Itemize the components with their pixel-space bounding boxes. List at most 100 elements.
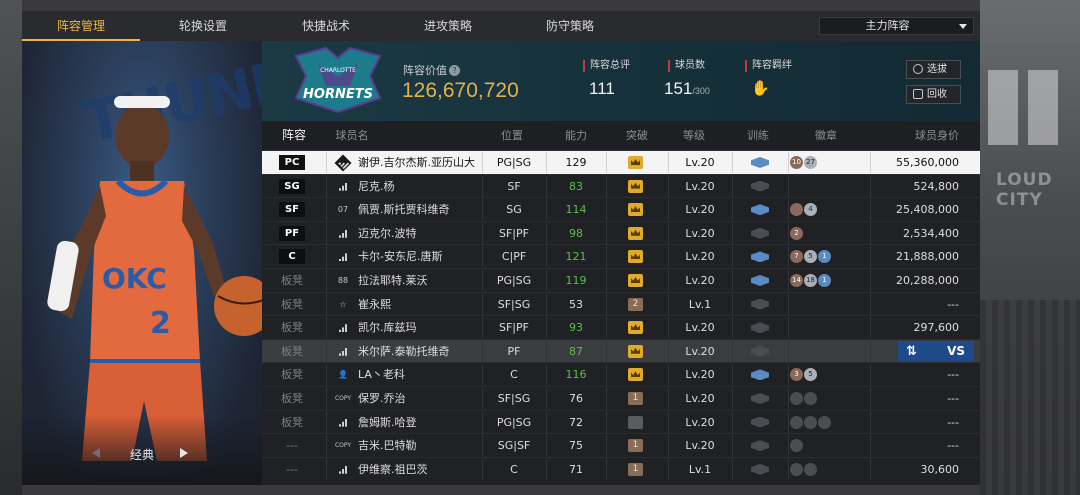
row-slot: 板凳: [281, 321, 303, 335]
help-icon[interactable]: ?: [449, 65, 460, 76]
player-position: SF|SG: [497, 297, 531, 311]
training-icon[interactable]: [751, 251, 769, 263]
badge-list: 35: [790, 368, 817, 382]
recycle-button[interactable]: 回收: [906, 85, 961, 104]
training-icon[interactable]: [751, 463, 769, 475]
tab-defense-strategy[interactable]: 防守策略: [511, 11, 629, 41]
column-divider: [732, 222, 733, 244]
column-divider: [606, 222, 607, 244]
column-divider: [732, 364, 733, 386]
training-icon[interactable]: [751, 322, 769, 334]
player-name[interactable]: 吉米.巴特勒: [358, 434, 417, 457]
player-tag: 07: [337, 205, 349, 215]
bond-icon[interactable]: ✋: [751, 79, 792, 97]
training-icon[interactable]: [751, 298, 769, 310]
table-row[interactable]: 板凳 👤 LA丶老科 C 116 Lv.20 3 5 ---: [262, 362, 980, 386]
badge-icon: 7: [790, 250, 803, 264]
table-row[interactable]: 板凳 COPY 保罗.乔治 SF|SG 76 1 Lv.20 ---: [262, 386, 980, 410]
banner-flag: [1028, 70, 1058, 145]
col-slot[interactable]: 阵容: [262, 121, 326, 150]
player-rating: 76: [569, 392, 583, 405]
arena-banner: LOUD CITY: [996, 170, 1053, 210]
player-name[interactable]: 尼克.杨: [358, 175, 395, 198]
table-row[interactable]: --- 伊维察.祖巴茨 C 71 1 Lv.1 30,600: [262, 456, 980, 481]
column-divider: [788, 364, 789, 386]
player-name[interactable]: LA丶老科: [358, 363, 405, 386]
compare-vs-button[interactable]: ⇅ VS: [898, 340, 974, 362]
player-level: Lv.20: [685, 321, 715, 335]
player-type-icon: [336, 345, 350, 358]
col-rating[interactable]: 能力: [546, 121, 606, 150]
training-icon[interactable]: [751, 227, 769, 239]
badge-icon: [804, 462, 817, 476]
table-row[interactable]: 板凳 凯尔.库兹玛 SF|PF 93 Lv.20 297,600: [262, 315, 980, 339]
player-tag: ☆: [339, 299, 347, 309]
col-badges[interactable]: 徽章: [796, 121, 856, 150]
training-icon[interactable]: [751, 275, 769, 286]
player-position: SG: [506, 203, 522, 217]
col-training[interactable]: 训练: [728, 121, 788, 150]
player-name[interactable]: 崔永熙: [358, 293, 391, 316]
player-name[interactable]: 迈克尔.波特: [358, 222, 417, 245]
player-salary: ---: [947, 415, 959, 429]
training-icon[interactable]: [751, 393, 769, 404]
training-icon[interactable]: [751, 157, 769, 168]
lineup-dropdown[interactable]: 主力阵容: [819, 17, 974, 35]
table-row[interactable]: --- COPY 吉米.巴特勒 SG|SF 75 1 Lv.20 ---: [262, 433, 980, 457]
tab-quick-tactics[interactable]: 快捷战术: [267, 11, 385, 41]
table-row[interactable]: SF 07 佩贾.斯托贾科维奇 SG 114 Lv.20 4 25,408,000: [262, 197, 980, 221]
training-icon[interactable]: [751, 416, 769, 428]
player-name[interactable]: 保罗.乔治: [358, 387, 406, 410]
player-name[interactable]: 米尔萨.泰勒托维奇: [358, 340, 450, 363]
previous-style-icon[interactable]: [92, 448, 100, 458]
badge-icon: [790, 439, 803, 453]
col-level[interactable]: 等级: [664, 121, 724, 150]
player-name[interactable]: 拉法耶特.莱沃: [358, 269, 428, 292]
column-divider: [870, 435, 871, 457]
training-icon[interactable]: [751, 180, 769, 192]
col-breakthrough[interactable]: 突破: [607, 121, 667, 150]
table-row[interactable]: PF 迈克尔.波特 SF|PF 98 Lv.20 2 2,534,400: [262, 220, 980, 245]
table-row[interactable]: SG 尼克.杨 SF 83 Lv.20 524,800: [262, 173, 980, 198]
row-slot: 板凳: [281, 415, 303, 429]
col-position[interactable]: 位置: [482, 121, 542, 150]
breakthrough-count: 1: [632, 393, 639, 403]
player-rating: 87: [569, 344, 583, 358]
player-level: Lv.20: [685, 274, 715, 287]
scout-button[interactable]: 选拔: [906, 60, 961, 79]
player-level: Lv.20: [685, 439, 715, 453]
tab-offense-strategy[interactable]: 进攻策略: [389, 11, 507, 41]
column-divider: [788, 435, 789, 457]
player-type-icon: [336, 416, 350, 429]
table-row[interactable]: 板凳 88 拉法耶特.莱沃 PG|SG 119 Lv.20 14 18 1 20,288,000: [262, 268, 980, 292]
player-salary: 297,600: [913, 321, 960, 335]
training-icon[interactable]: [751, 440, 769, 452]
table-row[interactable]: 板凳 ☆ 崔永熙 SF|SG 53 2 Lv.1 ---: [262, 291, 980, 316]
player-position: SF|PF: [499, 321, 529, 335]
tab-rotation-settings[interactable]: 轮换设置: [144, 11, 262, 41]
player-name[interactable]: 卡尔-安东尼.唐斯: [358, 245, 442, 268]
player-position: SG|SF: [497, 439, 531, 453]
player-name[interactable]: 佩贾.斯托贾科维奇: [358, 198, 450, 221]
breakthrough-crown-icon: 1: [628, 462, 643, 476]
tab-lineup-management[interactable]: 阵容管理: [22, 11, 140, 41]
training-icon[interactable]: [751, 204, 769, 216]
player-name[interactable]: 詹姆斯.哈登: [358, 411, 417, 434]
player-name[interactable]: 伊维察.祖巴茨: [358, 458, 428, 481]
lineup-value: 126,670,720: [402, 79, 519, 102]
next-style-icon[interactable]: [180, 448, 188, 458]
badge-list: 10 27: [790, 156, 817, 169]
table-row[interactable]: 板凳 詹姆斯.哈登 PG|SG 72 Lv.20 ---: [262, 409, 980, 434]
table-row[interactable]: C 卡尔-安东尼.唐斯 C|PF 121 Lv.20 7 5 1 21,888,000: [262, 244, 980, 268]
training-icon[interactable]: [751, 369, 769, 381]
player-type-icon: [336, 321, 350, 334]
table-row[interactable]: PC 谢伊.吉尔杰斯.亚历山大 PG|SG 129 Lv.20 10 27 55,360,00…: [262, 150, 980, 174]
training-icon[interactable]: [751, 345, 769, 357]
col-name[interactable]: 球员名: [322, 121, 382, 150]
refresh-icon: [913, 64, 923, 74]
player-name[interactable]: 谢伊.吉尔杰斯.亚历山大: [358, 151, 475, 174]
player-type-icon: [336, 227, 350, 240]
col-salary[interactable]: 球员身价: [902, 121, 972, 150]
player-name[interactable]: 凯尔.库兹玛: [358, 316, 417, 339]
table-row[interactable]: 板凳 米尔萨.泰勒托维奇 PF 87 Lv.20 ⇅ VS: [262, 338, 980, 363]
